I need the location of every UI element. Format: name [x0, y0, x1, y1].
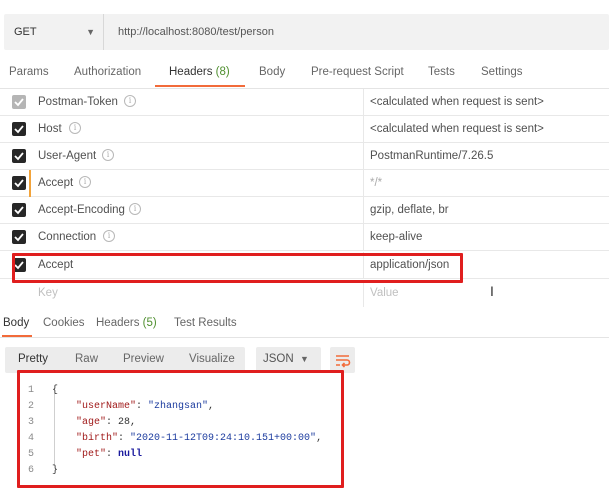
tab-test-results[interactable]: Test Results [174, 317, 237, 329]
info-icon[interactable]: i [124, 95, 136, 107]
header-value[interactable]: <calculated when request is sent> [370, 123, 544, 135]
header-key[interactable]: Connection [38, 231, 96, 243]
header-row: Connection i keep-alive [0, 224, 609, 251]
info-icon[interactable]: i [102, 149, 114, 161]
chevron-down-icon: ▼ [300, 354, 309, 364]
header-value[interactable]: PostmanRuntime/7.26.5 [370, 150, 493, 162]
header-key[interactable]: Accept-Encoding [38, 204, 125, 216]
info-icon[interactable]: i [69, 122, 81, 134]
tab-tests[interactable]: Tests [428, 66, 455, 78]
checkbox[interactable] [12, 203, 26, 217]
tab-body[interactable]: Body [259, 66, 285, 78]
header-key[interactable]: Accept [38, 177, 73, 189]
header-row: Postman-Token i <calculated when request… [0, 89, 609, 116]
header-row: Accept i */* [0, 170, 609, 197]
header-key[interactable]: User-Agent [38, 150, 96, 162]
view-visualize-button[interactable]: Visualize [189, 353, 235, 365]
tab-params[interactable]: Params [9, 66, 49, 78]
method-select[interactable]: GET ▼ [4, 14, 104, 50]
value-input[interactable]: Value [370, 287, 399, 299]
highlight-box [17, 370, 344, 488]
new-header-row: Key Value I [0, 280, 609, 307]
method-label: GET [14, 26, 37, 38]
checkbox[interactable] [12, 176, 26, 190]
header-row: Accept-Encoding i gzip, deflate, br [0, 197, 609, 224]
info-icon[interactable]: i [103, 230, 115, 242]
view-preview-button[interactable]: Preview [123, 353, 164, 365]
checkbox[interactable] [12, 230, 26, 244]
response-headers-count: (5) [142, 317, 157, 329]
headers-count: (8) [215, 66, 230, 78]
tab-headers[interactable]: Headers (8) [169, 66, 230, 78]
header-value[interactable]: */* [370, 177, 382, 189]
header-value[interactable]: <calculated when request is sent> [370, 96, 544, 108]
text-cursor-icon: I [490, 283, 494, 299]
format-label: JSON [263, 353, 294, 365]
checkbox[interactable] [12, 122, 26, 136]
checkbox[interactable] [12, 149, 26, 163]
tab-authorization[interactable]: Authorization [74, 66, 141, 78]
header-value[interactable]: gzip, deflate, br [370, 204, 449, 216]
tab-settings[interactable]: Settings [481, 66, 523, 78]
info-icon[interactable]: i [79, 176, 91, 188]
view-pretty-button[interactable]: Pretty [18, 353, 48, 365]
header-value[interactable]: keep-alive [370, 231, 422, 243]
checkbox[interactable] [12, 95, 26, 109]
header-row: User-Agent i PostmanRuntime/7.26.5 [0, 143, 609, 170]
active-tab-indicator [155, 85, 245, 87]
highlight-box [12, 253, 463, 283]
header-key[interactable]: Postman-Token [38, 96, 118, 108]
header-row: Host i <calculated when request is sent> [0, 116, 609, 143]
tab-cookies[interactable]: Cookies [43, 317, 85, 329]
tab-response-headers[interactable]: Headers (5) [96, 317, 157, 329]
tab-pre-request-script[interactable]: Pre-request Script [311, 66, 404, 78]
header-key[interactable]: Host [38, 123, 62, 135]
info-icon[interactable]: i [129, 203, 141, 215]
divider [0, 337, 609, 338]
edited-indicator [29, 170, 31, 197]
chevron-down-icon: ▼ [86, 27, 95, 37]
tab-response-body[interactable]: Body [3, 317, 29, 329]
url-input[interactable]: http://localhost:8080/test/person [118, 26, 274, 38]
key-input[interactable]: Key [38, 287, 58, 299]
view-raw-button[interactable]: Raw [75, 353, 98, 365]
